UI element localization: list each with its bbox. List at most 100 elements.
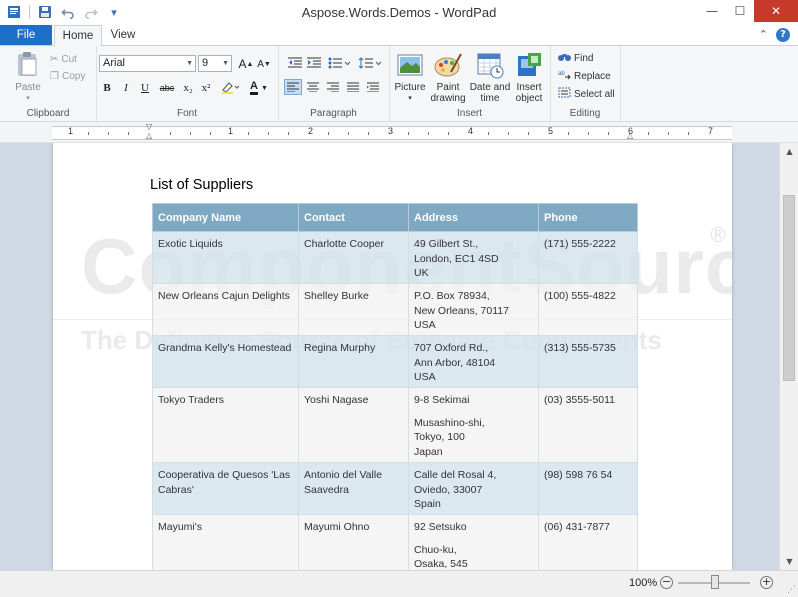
replace-button[interactable]: ab Replace [558,68,611,84]
watermark-registered-mark: ® [708,223,728,247]
ruler-tick [288,132,289,135]
shrink-font-button[interactable]: A ▼ [256,56,272,72]
shrink-font-icon: A [257,58,264,70]
cell-contact: Antonio del Valle Saavedra [298,462,409,515]
tab-file[interactable]: File [0,25,52,45]
cell-contact: Charlotte Cooper [298,231,409,284]
decrease-indent-button[interactable] [286,55,304,71]
cell-address: 707 Oxford Rd., Ann Arbor, 48104 USA [408,335,539,388]
resize-grip-icon[interactable]: ⋰ [787,585,796,595]
ruler-number: 3 [388,126,394,136]
italic-button[interactable]: I [118,80,134,96]
cut-label: Cut [61,53,77,65]
paint-drawing-button[interactable]: Paint drawing [429,50,467,104]
line-spacing-button[interactable] [358,55,384,71]
text-color-button[interactable]: A ▼ [246,80,272,96]
font-size-combo[interactable]: 9 ▼ [198,55,232,72]
date-time-button[interactable]: Date and time [469,50,511,104]
ruler-tick [568,132,569,135]
bullets-button[interactable] [327,55,353,71]
highlighter-icon [220,80,240,97]
underline-button[interactable]: U [137,80,153,96]
document-page[interactable]: List of Suppliers ComponentSource ® The … [53,143,732,570]
cell-contact: Mayumi Ohno [298,514,409,570]
subscript-button[interactable]: x₂ [180,80,196,96]
cell-address: 92 Setsuko Chuo-ku, Osaka, 545 [408,514,539,570]
ruler-tick [170,132,171,135]
zoom-slider-thumb[interactable] [711,575,719,589]
cut-button[interactable]: ✂ Cut [50,51,77,67]
copy-button[interactable]: ❐ Copy [50,68,85,84]
ruler-tick [688,132,689,135]
insert-object-button[interactable]: Insert object [511,50,547,104]
help-icon[interactable]: ? [776,28,790,42]
minimize-button[interactable]: — [698,0,726,22]
paragraph-icon [367,82,379,92]
picture-label: Picture [394,82,426,93]
table-row: New Orleans Cajun Delights Shelley Burke… [152,283,638,336]
line-spacing-icon [359,57,382,69]
suppliers-table: Company Name Contact Address Phone Exoti… [152,203,638,570]
increase-indent-button[interactable] [305,55,323,71]
ruler-tick [248,132,249,135]
ruler[interactable]: 1 ▽ △ 1 2 3 4 5 △ 6 7 [0,122,798,143]
select-all-icon [558,87,571,101]
cell-company: Grandma Kelly's Homestead [152,335,299,388]
cell-company: New Orleans Cajun Delights [152,283,299,336]
align-center-button[interactable] [304,79,322,95]
justify-button[interactable] [344,79,362,95]
paste-icon [13,50,43,80]
collapse-ribbon-icon[interactable]: ⌃ [759,28,768,42]
ruler-tick [508,132,509,135]
address-line: Chuo-ku, [414,543,457,556]
ruler-strip[interactable]: 1 ▽ △ 1 2 3 4 5 △ 6 7 [52,122,732,140]
replace-icon: ab [558,69,571,83]
picture-button[interactable]: Picture ▾ [393,50,427,104]
maximize-button[interactable]: ☐ [726,0,754,22]
ruler-number: 1 [228,126,234,136]
cell-contact: Yoshi Nagase [298,387,409,463]
chevron-down-icon: ▼ [186,60,193,67]
zoom-out-button[interactable]: − [660,576,673,589]
cell-address: 49 Gilbert St., London, EC1 4SD UK [408,231,539,284]
insert-group-label: Insert [456,108,482,119]
datetime-label-line2: time [480,93,500,104]
table-row: Cooperativa de Quesos 'Las Cabras' Anton… [152,462,638,515]
address-line: USA [414,371,436,383]
align-right-icon [327,82,339,92]
address-line: 9-8 Sekimai [414,394,470,406]
svg-text:ab: ab [558,71,565,77]
align-right-button[interactable] [324,79,342,95]
tab-view[interactable]: View [104,25,142,45]
left-indent-marker-icon[interactable]: △ [146,131,152,140]
insert-group: Picture ▾ Paint drawing Date and time In… [389,46,551,121]
document-workspace: List of Suppliers ComponentSource ® The … [0,143,779,570]
find-button[interactable]: Find [558,50,593,66]
vertical-scrollbar[interactable]: ▲ ▼ [779,143,798,570]
first-line-indent-marker-icon[interactable]: ▽ [146,122,152,131]
grow-font-button[interactable]: A ▲ [238,56,254,72]
strikethrough-button[interactable]: abc [157,80,177,96]
cell-company: Exotic Liquids [152,231,299,284]
cell-company: Tokyo Traders [152,387,299,463]
bold-button[interactable]: B [99,80,115,96]
column-header-phone: Phone [538,203,638,232]
select-all-button[interactable]: Select all [558,86,615,102]
close-button[interactable]: ✕ [754,0,798,22]
superscript-button[interactable]: x² [198,80,214,96]
align-left-button[interactable] [284,79,302,95]
paragraph-settings-button[interactable] [364,79,382,95]
ruler-number: 6 [628,126,634,136]
scroll-down-arrow-icon[interactable]: ▼ [780,553,798,570]
scroll-thumb[interactable] [783,195,795,381]
paste-button[interactable]: Paste ▾ [8,50,48,104]
insert-object-icon [514,50,544,80]
scroll-up-arrow-icon[interactable]: ▲ [780,143,798,160]
status-bar: 100% − + ⋰ [0,570,798,597]
address-line: Spain [414,498,441,510]
zoom-in-button[interactable]: + [760,576,773,589]
column-header-company: Company Name [152,203,299,232]
font-family-combo[interactable]: Arial ▼ [99,55,196,72]
highlight-button[interactable] [218,80,242,96]
tab-home[interactable]: Home [54,25,102,46]
